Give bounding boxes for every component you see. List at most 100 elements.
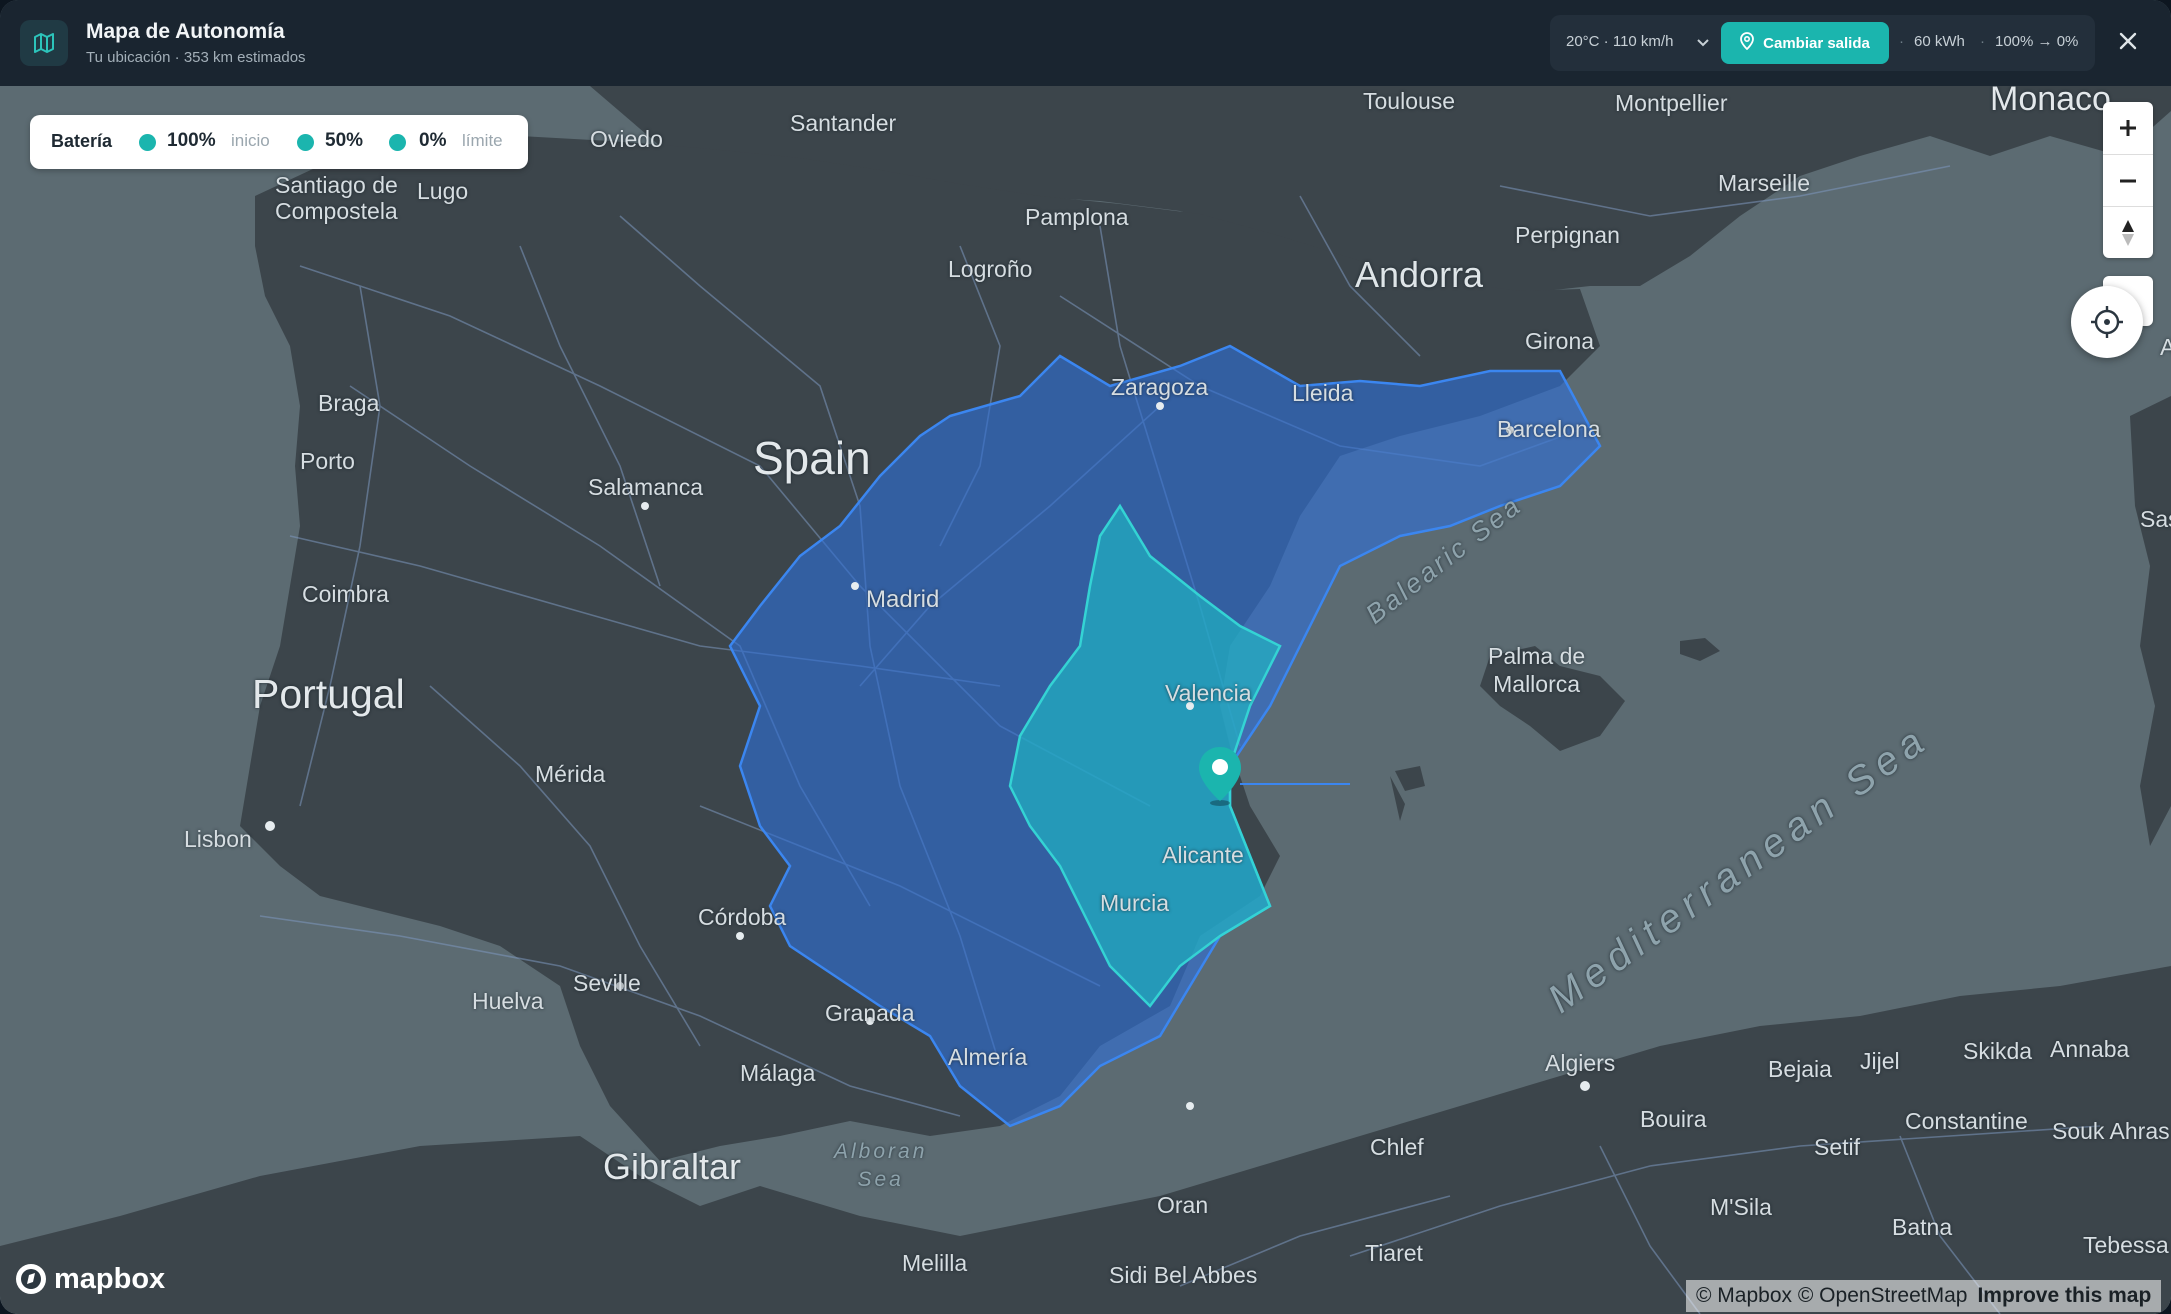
mapbox-logo-icon (16, 1264, 46, 1294)
label-monaco: Monaco (1990, 86, 2111, 118)
label-portugal: Portugal (252, 671, 405, 717)
legend-dot-100 (139, 134, 156, 151)
separator: · (1980, 33, 1985, 50)
legend-value-0: 0% (419, 130, 447, 151)
mapbox-logo[interactable]: mapbox (14, 1262, 165, 1296)
label-lleida: Lleida (1292, 380, 1354, 406)
label-montpellier: Montpellier (1615, 90, 1728, 116)
label-braga: Braga (318, 390, 380, 416)
label-batna: Batna (1892, 1214, 1953, 1240)
label-zaragoza: Zaragoza (1111, 374, 1209, 400)
attribution-osm-link[interactable]: © OpenStreetMap (1798, 1284, 1968, 1308)
legend-dot-0 (389, 134, 406, 151)
zoom-controls (2103, 102, 2153, 258)
chevron-down-icon[interactable] (1696, 32, 1710, 57)
map-attribution: © Mapbox © OpenStreetMap Improve this ma… (1686, 1280, 2162, 1312)
label-granada: Granada (825, 1000, 915, 1026)
change-start-label: Cambiar salida (1763, 34, 1870, 52)
label-bejaia: Bejaia (1768, 1056, 1832, 1082)
map-canvas[interactable]: Santander Oviedo Toulouse Montpellier Mo… (0, 86, 2171, 1314)
label-coimbra: Coimbra (302, 581, 389, 607)
crosshair-icon (2091, 306, 2123, 338)
label-skikda: Skikda (1963, 1038, 2033, 1064)
label-alicante: Alicante (1162, 842, 1244, 868)
label-gibraltar: Gibraltar (603, 1146, 742, 1187)
label-a: A (2160, 334, 2171, 360)
battery-capacity: 60 kWh (1914, 33, 1965, 50)
app-window: Santander Oviedo Toulouse Montpellier Mo… (0, 0, 2171, 1314)
plus-icon (2120, 119, 2136, 136)
label-algiers: Algiers (1545, 1050, 1616, 1076)
label-setif: Setif (1814, 1134, 1861, 1160)
label-cordoba: Córdoba (698, 904, 787, 930)
label-logrono: Logroño (948, 256, 1033, 282)
zoom-in-button[interactable] (2103, 102, 2153, 153)
label-merida: Mérida (535, 761, 606, 787)
label-alboran-sea: Alboran Sea (834, 1140, 928, 1191)
label-bouira: Bouira (1640, 1106, 1707, 1132)
minus-icon (2120, 179, 2136, 182)
label-porto: Porto (300, 448, 355, 474)
legend-title: Batería (51, 131, 113, 151)
page-subtitle: Tu ubicación · 353 km estimados (86, 49, 306, 66)
label-salamanca: Salamanca (588, 474, 704, 500)
label-huelva: Huelva (472, 988, 544, 1014)
zoom-out-button[interactable] (2103, 155, 2153, 206)
label-spain: Spain (753, 432, 871, 484)
label-tiaret: Tiaret (1365, 1240, 1423, 1266)
legend-note-100: inicio (231, 131, 270, 150)
compass-button[interactable] (2103, 207, 2153, 258)
trip-settings-bar: 20°C · 110 km/h Cambiar salida · 60 kWh … (1550, 15, 2095, 71)
label-melilla: Melilla (902, 1250, 968, 1276)
label-santander: Santander (790, 110, 897, 136)
label-valencia: Valencia (1165, 680, 1252, 706)
page-title: Mapa de Autonomía (86, 20, 285, 43)
label-barcelona: Barcelona (1497, 416, 1601, 442)
legend-note-0: límite (462, 131, 503, 150)
label-jijel: Jijel (1860, 1048, 1900, 1074)
label-palma: Palma de Mallorca (1488, 643, 1586, 697)
label-perpignan: Perpignan (1515, 222, 1620, 248)
label-sidibelabbes: Sidi Bel Abbes (1109, 1262, 1258, 1288)
label-girona: Girona (1525, 328, 1595, 354)
label-soukahras: Souk Ahras (2052, 1118, 2170, 1144)
label-santiago: Santiago de Compostela (275, 172, 398, 224)
conditions-dropdown[interactable]: 20°C · 110 km/h (1566, 33, 1673, 50)
label-lugo: Lugo (417, 178, 469, 204)
label-oran: Oran (1157, 1192, 1209, 1218)
label-oviedo: Oviedo (590, 126, 663, 152)
legend-value-50: 50% (325, 130, 364, 151)
locate-me-button[interactable] (2071, 286, 2143, 358)
improve-map-link[interactable]: Improve this map (1977, 1284, 2151, 1308)
label-almeria: Almería (948, 1044, 1028, 1070)
origin-pin-icon[interactable] (1196, 745, 1244, 812)
battery-legend: Batería 100% inicio 50% 0% límite (30, 115, 528, 169)
label-tebessa: Tebessa (2083, 1232, 2169, 1258)
label-chlef: Chlef (1370, 1134, 1424, 1160)
label-murcia: Murcia (1100, 890, 1170, 916)
label-constantine: Constantine (1905, 1108, 2028, 1134)
label-pamplona: Pamplona (1025, 204, 1129, 230)
location-pin-icon (1740, 32, 1755, 54)
attribution-mapbox-link[interactable]: © Mapbox (1696, 1284, 1792, 1308)
change-start-button[interactable]: Cambiar salida (1721, 22, 1889, 64)
compass-icon (2122, 219, 2134, 246)
close-icon[interactable] (2114, 27, 2142, 60)
label-toulouse: Toulouse (1363, 88, 1456, 114)
legend-dot-50 (297, 134, 314, 151)
label-andorra: Andorra (1355, 254, 1484, 295)
mapbox-wordmark: mapbox (54, 1262, 166, 1295)
separator: · (1899, 33, 1904, 50)
label-marseille: Marseille (1718, 170, 1811, 196)
legend-value-100: 100% (167, 130, 216, 151)
label-sas: Sas (2140, 506, 2171, 532)
map-icon (20, 20, 68, 66)
battery-range: 100% → 0% (1995, 33, 2079, 50)
app-header: Mapa de Autonomía Tu ubicación · 353 km … (0, 0, 2171, 86)
label-lisbon: Lisbon (184, 826, 252, 852)
label-seville: Seville (573, 970, 641, 996)
label-malaga: Málaga (740, 1060, 816, 1086)
label-annaba: Annaba (2050, 1036, 2130, 1062)
label-madrid: Madrid (866, 586, 940, 613)
label-msila: M'Sila (1710, 1194, 1772, 1220)
